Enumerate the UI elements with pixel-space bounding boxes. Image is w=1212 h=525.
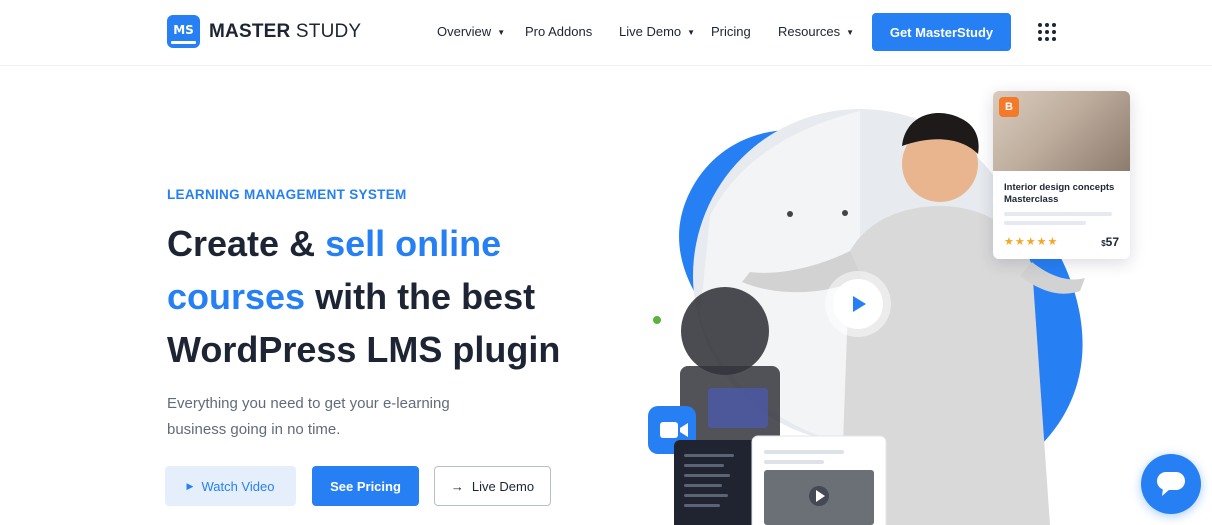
logo-wordmark: MASTER STUDY [209,20,362,42]
course-thumbnail: B [993,91,1130,171]
get-masterstudy-button[interactable]: Get MasterStudy [872,13,1011,51]
course-title: Interior design concepts Masterclass [1004,182,1115,205]
site-logo[interactable]: MS MASTER STUDY [167,15,361,48]
site-header: MS MASTER STUDY Overview ▼ Pro Addons Li… [0,0,1212,66]
arrow-right-icon: → [450,478,464,494]
blender-logo-icon: B [999,97,1019,117]
caret-down-icon: ▼ [846,27,855,37]
watch-video-label: Watch Video [201,478,275,494]
hero-subtitle: Everything you need to get your e-learni… [167,395,450,438]
see-pricing-button[interactable]: See Pricing [312,466,419,506]
live-demo-button[interactable]: → Live Demo [434,466,551,506]
nav-item-resources[interactable]: Resources ▼ [778,24,854,39]
hero-headline: Create & sell online courses with the be… [167,223,561,370]
dashboard-panel [674,440,764,525]
logo-mark: MS [167,15,200,48]
course-card[interactable]: B Interior design concepts Masterclass ★… [993,91,1130,259]
grid-dots-icon[interactable] [1038,23,1056,41]
nav-item-pricing[interactable]: Pricing [711,24,751,39]
hero-eyebrow: LEARNING MANAGEMENT SYSTEM [167,187,407,202]
live-demo-label: Live Demo [471,478,535,494]
watch-video-button[interactable]: ▶ Watch Video [165,466,296,506]
course-rating-stars: ★★★★★ [1004,236,1059,248]
nav-item-live-demo[interactable]: Live Demo ▼ [619,24,695,39]
play-icon: ▶ [186,480,194,491]
nav-item-label: Live Demo [619,24,682,39]
nav-item-overview[interactable]: Overview ▼ [437,24,505,39]
nav-item-pro-addons[interactable]: Pro Addons [525,24,592,39]
course-price: $57 [1101,235,1119,249]
caret-down-icon: ▼ [687,27,696,37]
caret-down-icon: ▼ [497,27,506,37]
nav-item-label: Overview [437,24,492,39]
nav-item-label: Pricing [711,24,751,39]
nav-item-label: Resources [778,24,841,39]
chat-icon [1157,472,1185,496]
nav-item-label: Pro Addons [525,24,593,39]
chat-support-button[interactable] [1141,454,1201,514]
